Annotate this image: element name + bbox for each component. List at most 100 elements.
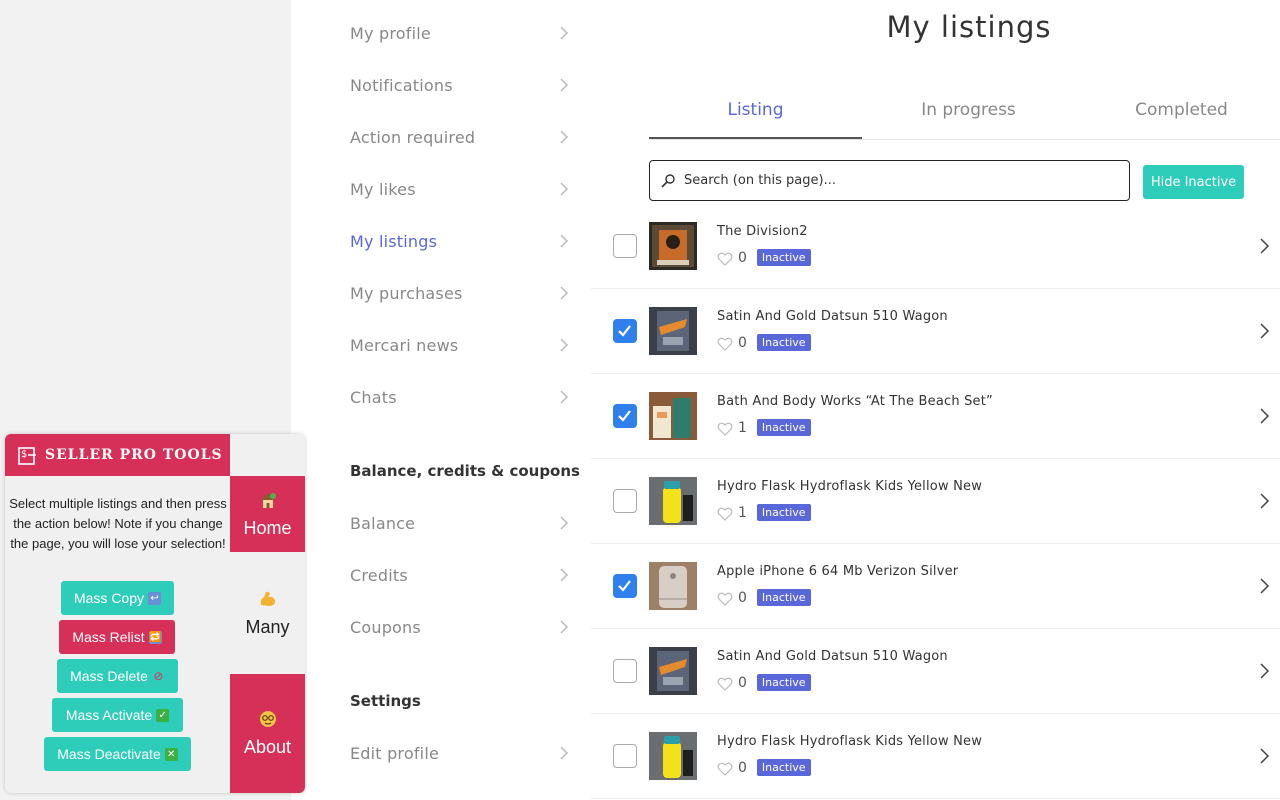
- listing-like-count: 0: [738, 334, 747, 351]
- chevron-right-icon[interactable]: [1259, 322, 1271, 340]
- extension-nav-many[interactable]: Many: [230, 552, 305, 674]
- heart-icon: [717, 506, 733, 521]
- listing-title[interactable]: Satin And Gold Datsun 510 Wagon: [717, 309, 948, 324]
- heart-icon: [717, 591, 733, 606]
- listing-select-checkbox[interactable]: [613, 659, 637, 683]
- seller-pro-tools-panel: $ SELLER PRO TOOLS Select multiple listi…: [5, 434, 305, 793]
- sidebar-item-notifications[interactable]: Notifications: [350, 59, 572, 111]
- search-input[interactable]: [684, 173, 1114, 188]
- listing-row[interactable]: The Division2 0 Inactive: [591, 204, 1280, 289]
- listing-select-checkbox[interactable]: [613, 404, 637, 428]
- settings-section-heading: Settings: [350, 692, 421, 710]
- sidebar-item-credits[interactable]: Credits: [350, 549, 572, 601]
- chevron-right-icon[interactable]: [1259, 492, 1271, 510]
- listing-row[interactable]: Hydro Flask Hydroflask Kids Yellow New 0…: [591, 714, 1280, 799]
- listing-row[interactable]: Bath And Body Works “At The Beach Set” 1…: [591, 374, 1280, 459]
- listing-row[interactable]: Satin And Gold Datsun 510 Wagon 0 Inacti…: [591, 289, 1280, 374]
- listing-thumbnail[interactable]: [649, 732, 697, 780]
- extension-instructions: Select multiple listings and then press …: [9, 496, 227, 551]
- tab-in-progress[interactable]: In progress: [862, 85, 1075, 139]
- heart-icon: [717, 676, 733, 691]
- listing-select-checkbox[interactable]: [613, 744, 637, 768]
- mass-delete-label: Mass Delete: [70, 668, 148, 684]
- heart-icon: [717, 421, 733, 436]
- listing-thumbnail[interactable]: [649, 222, 697, 270]
- listing-thumbnail[interactable]: [649, 647, 697, 695]
- cross-mark-icon: ✕: [164, 747, 178, 761]
- sidebar-item-label: My likes: [350, 179, 416, 199]
- sidebar-item-label: My profile: [350, 23, 431, 43]
- listing-thumbnail[interactable]: [649, 562, 697, 610]
- listing-tabs: Listing In progress Completed: [649, 85, 1280, 140]
- listing-title[interactable]: Satin And Gold Datsun 510 Wagon: [717, 649, 948, 664]
- listing-row[interactable]: Satin And Gold Datsun 510 Wagon 0 Inacti…: [591, 629, 1280, 714]
- chevron-right-icon[interactable]: [1259, 747, 1271, 765]
- chevron-right-icon[interactable]: [1259, 577, 1271, 595]
- listing-title[interactable]: Hydro Flask Hydroflask Kids Yellow New: [717, 479, 982, 494]
- heart-icon: [717, 761, 733, 776]
- status-badge: Inactive: [756, 589, 811, 606]
- listings-main: My listings Listing In progress Complete…: [591, 0, 1280, 800]
- listing-meta: 0 Inactive: [717, 759, 811, 776]
- extension-nav-home[interactable]: Home: [230, 476, 305, 552]
- listing-title[interactable]: The Division2: [717, 224, 808, 239]
- house-icon: [258, 490, 278, 510]
- listing-thumbnail[interactable]: [649, 392, 697, 440]
- listing-thumbnail[interactable]: [649, 477, 697, 525]
- listing-select-checkbox[interactable]: [613, 574, 637, 598]
- chevron-right-icon[interactable]: [1259, 407, 1271, 425]
- chevron-right-icon: [556, 25, 572, 41]
- extension-nav-about[interactable]: About: [230, 674, 305, 793]
- status-badge: Inactive: [756, 674, 811, 691]
- sidebar-item-my-purchases[interactable]: My purchases: [350, 267, 572, 319]
- sidebar-item-edit-profile[interactable]: Edit profile: [350, 727, 572, 779]
- mass-deactivate-button[interactable]: Mass Deactivate ✕: [44, 737, 191, 771]
- chevron-right-icon: [556, 619, 572, 635]
- chevron-right-icon: [556, 285, 572, 301]
- sidebar-item-balance[interactable]: Balance: [350, 497, 572, 549]
- mass-copy-button[interactable]: Mass Copy ↩: [61, 581, 174, 615]
- sidebar-item-my-listings[interactable]: My listings: [350, 215, 572, 267]
- heart-icon: [717, 336, 733, 351]
- listing-title[interactable]: Bath And Body Works “At The Beach Set”: [717, 394, 993, 409]
- chevron-right-icon: [556, 77, 572, 93]
- listing-like-count: 1: [738, 504, 747, 521]
- mass-copy-label: Mass Copy: [73, 590, 145, 606]
- tab-listing[interactable]: Listing: [649, 85, 862, 139]
- sidebar-item-chats[interactable]: Chats: [350, 371, 572, 423]
- hide-inactive-button[interactable]: Hide Inactive: [1143, 165, 1244, 199]
- listing-row[interactable]: Apple iPhone 6 64 Mb Verizon Silver 0 In…: [591, 544, 1280, 629]
- listing-title[interactable]: Apple iPhone 6 64 Mb Verizon Silver: [717, 564, 958, 579]
- listing-select-checkbox[interactable]: [613, 234, 637, 258]
- sidebar-item-my-profile[interactable]: My profile: [350, 7, 572, 59]
- chevron-right-icon: [556, 567, 572, 583]
- listing-thumbnail[interactable]: [649, 307, 697, 355]
- chevron-right-icon: [556, 233, 572, 249]
- search-box[interactable]: [649, 160, 1130, 201]
- mass-relist-button[interactable]: Mass Relist 🔁: [59, 620, 175, 654]
- tab-completed[interactable]: Completed: [1075, 85, 1280, 139]
- listings-list: The Division2 0 Inactive Satin And Gold …: [591, 204, 1280, 799]
- repeat-icon: 🔁: [148, 630, 162, 644]
- sidebar-item-mercari-news[interactable]: Mercari news: [350, 319, 572, 371]
- listing-select-checkbox[interactable]: [613, 319, 637, 343]
- status-badge: Inactive: [756, 504, 811, 521]
- mass-activate-label: Mass Activate: [65, 707, 153, 723]
- chevron-right-icon[interactable]: [1259, 237, 1271, 255]
- mass-activate-button[interactable]: Mass Activate ✓: [52, 698, 183, 732]
- chevron-right-icon[interactable]: [1259, 662, 1271, 680]
- sidebar-item-label: Coupons: [350, 617, 421, 637]
- chevron-right-icon: [556, 389, 572, 405]
- mass-delete-button[interactable]: Mass Delete ⊘: [57, 659, 178, 693]
- sidebar-item-coupons[interactable]: Coupons: [350, 601, 572, 653]
- sidebar-item-my-likes[interactable]: My likes: [350, 163, 572, 215]
- nerd-face-icon: [258, 709, 278, 729]
- listing-meta: 0 Inactive: [717, 249, 811, 266]
- listing-meta: 0 Inactive: [717, 674, 811, 691]
- listing-title[interactable]: Hydro Flask Hydroflask Kids Yellow New: [717, 734, 982, 749]
- listing-row[interactable]: Hydro Flask Hydroflask Kids Yellow New 1…: [591, 459, 1280, 544]
- listing-meta: 1 Inactive: [717, 419, 811, 436]
- listing-select-checkbox[interactable]: [613, 489, 637, 513]
- sidebar-item-action-required[interactable]: Action required: [350, 111, 572, 163]
- flexed-biceps-icon: [258, 589, 278, 609]
